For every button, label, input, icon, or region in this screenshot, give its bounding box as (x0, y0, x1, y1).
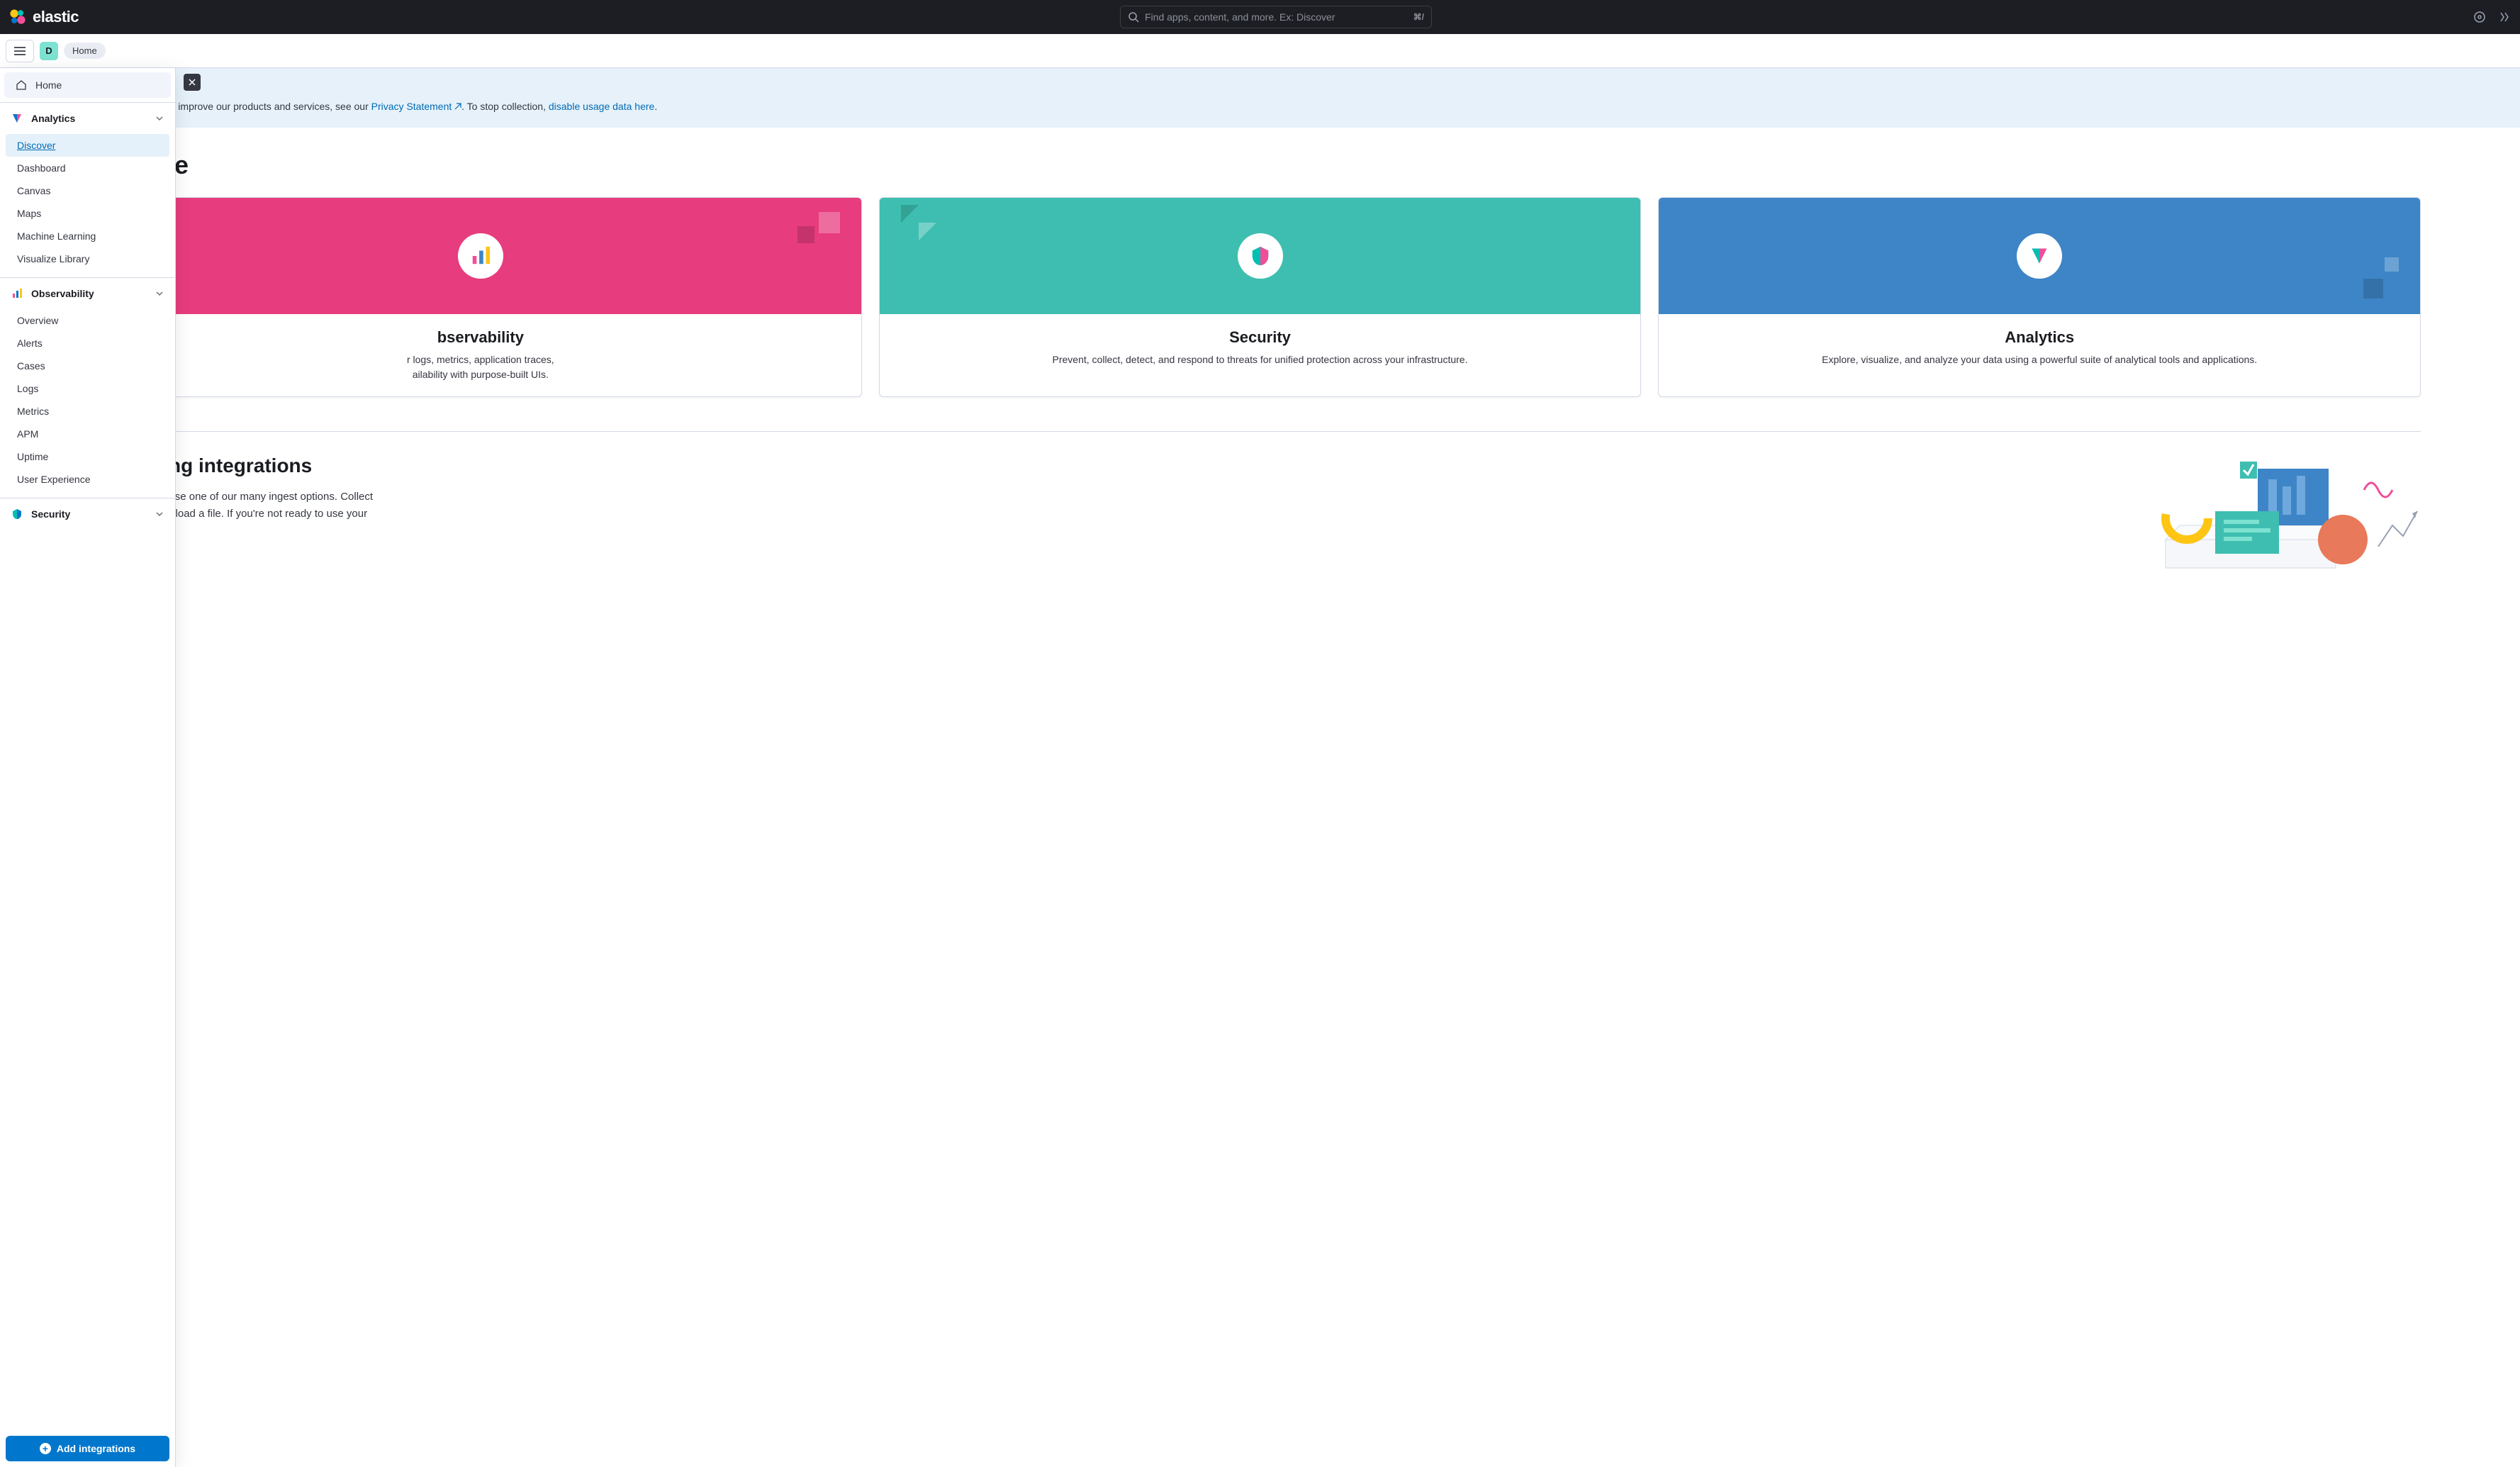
observability-card-icon (458, 233, 503, 279)
global-header: elastic ⌘/ (0, 0, 2520, 34)
nav-item-ux[interactable]: User Experience (6, 468, 169, 491)
nav-item-overview[interactable]: Overview (6, 309, 169, 332)
card-security[interactable]: Security Prevent, collect, detect, and r… (879, 197, 1642, 397)
add-integrations-label: Add integrations (57, 1443, 135, 1454)
nav-item-discover[interactable]: Discover (6, 134, 169, 157)
card-analytics[interactable]: Analytics Explore, visualize, and analyz… (1658, 197, 2421, 397)
chevron-down-icon (155, 114, 164, 123)
nav-home[interactable]: Home (4, 72, 171, 98)
card-title: bservability (114, 328, 847, 347)
search-wrap: ⌘/ (79, 6, 2473, 28)
telemetry-banner: ack s us manage and improve our products… (0, 68, 2520, 128)
nav-item-metrics[interactable]: Metrics (6, 400, 169, 423)
chevron-down-icon (155, 510, 164, 518)
nav-home-label: Home (35, 79, 62, 91)
nav-section-observability[interactable]: Observability (0, 278, 175, 309)
banner-text: . (654, 101, 657, 112)
global-search[interactable]: ⌘/ (1120, 6, 1432, 28)
space-avatar[interactable]: D (40, 42, 58, 60)
nav-item-canvas[interactable]: Canvas (6, 179, 169, 202)
nav-item-apm[interactable]: APM (6, 423, 169, 445)
nav-item-dashboard[interactable]: Dashboard (6, 157, 169, 179)
plus-circle-icon: + (40, 1443, 51, 1454)
logo-area[interactable]: elastic (9, 8, 79, 26)
nav-section-label: Analytics (31, 113, 75, 124)
main-content: ack s us manage and improve our products… (0, 68, 2520, 1467)
nav-item-ml[interactable]: Machine Learning (6, 225, 169, 247)
get-started-section: by adding integrations vith your data, u… (99, 454, 2421, 575)
analytics-icon (11, 113, 23, 124)
search-icon (1128, 11, 1139, 23)
card-desc: r logs, metrics, application traces, ail… (114, 352, 847, 382)
nav-item-uptime[interactable]: Uptime (6, 445, 169, 468)
home-icon (16, 79, 27, 91)
page-title: e home (99, 150, 2421, 180)
help-icon[interactable] (2473, 11, 2486, 23)
elastic-logo-icon (9, 8, 27, 26)
card-title: Analytics (1673, 328, 2406, 347)
nav-item-maps[interactable]: Maps (6, 202, 169, 225)
security-icon (11, 508, 23, 520)
disable-link[interactable]: disable usage data here (549, 101, 654, 112)
logo-text: elastic (33, 8, 79, 26)
analytics-card-icon (2017, 233, 2062, 279)
sub-header: D Home (0, 34, 2520, 68)
newsfeed-icon[interactable] (2499, 11, 2511, 23)
nav-item-logs[interactable]: Logs (6, 377, 169, 400)
banner-text: . To stop collection, (461, 101, 549, 112)
nav-item-alerts[interactable]: Alerts (6, 332, 169, 355)
search-kbd-hint: ⌘/ (1413, 12, 1424, 22)
breadcrumb-home[interactable]: Home (64, 43, 106, 59)
chevron-down-icon (155, 289, 164, 298)
card-observability[interactable]: bservability r logs, metrics, applicatio… (99, 197, 862, 397)
nav-item-cases[interactable]: Cases (6, 355, 169, 377)
card-title: Security (894, 328, 1627, 347)
privacy-link[interactable]: Privacy Statement (371, 101, 462, 112)
toggle-nav-button[interactable] (6, 40, 34, 62)
card-desc: Prevent, collect, detect, and respond to… (894, 352, 1627, 367)
nav-section-label: Security (31, 508, 70, 520)
close-nav-button[interactable] (184, 74, 201, 91)
security-card-icon (1238, 233, 1283, 279)
nav-item-visualize[interactable]: Visualize Library (6, 247, 169, 270)
get-started-title: by adding integrations (99, 454, 2095, 477)
card-desc: Explore, visualize, and analyze your dat… (1673, 352, 2406, 367)
side-nav: Home Analytics Discover Dashboard Canvas… (0, 68, 176, 1467)
solution-cards: bservability r logs, metrics, applicatio… (99, 197, 2421, 397)
observability-icon (11, 288, 23, 299)
search-input[interactable] (1145, 11, 1408, 23)
header-actions (2473, 11, 2511, 23)
nav-section-analytics[interactable]: Analytics (0, 103, 175, 134)
nav-section-security[interactable]: Security (0, 498, 175, 530)
add-integrations-button[interactable]: + Add integrations (6, 1436, 169, 1461)
integrations-illustration (2137, 454, 2421, 575)
nav-section-label: Observability (31, 288, 94, 299)
